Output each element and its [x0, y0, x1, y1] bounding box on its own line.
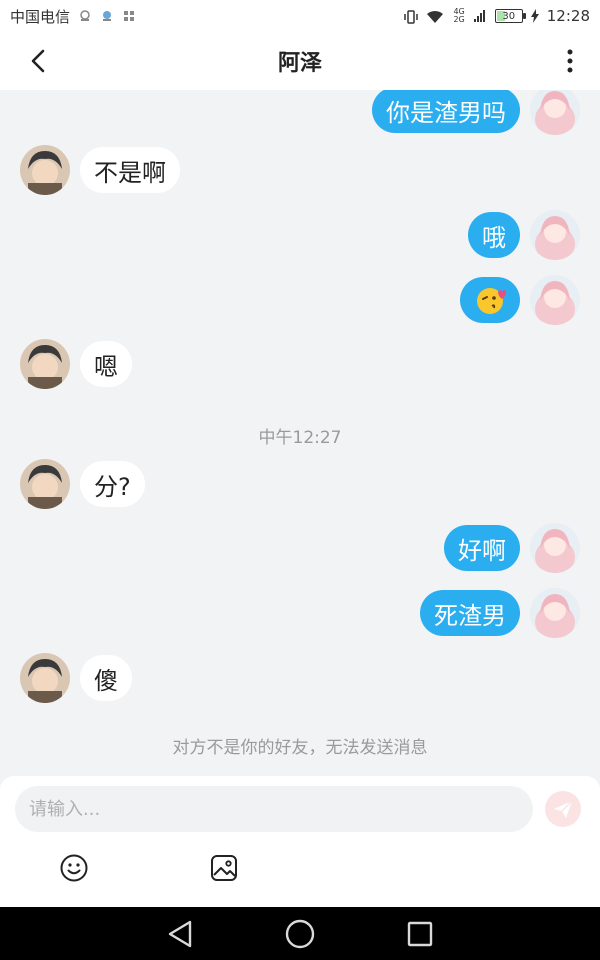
message-bubble[interactable]: 嗯	[80, 341, 132, 387]
send-icon	[554, 800, 573, 818]
message-bubble[interactable]: 死渣男	[420, 590, 520, 636]
image-icon	[211, 855, 237, 881]
avatar[interactable]	[20, 653, 70, 703]
message-bubble[interactable]: 哦	[468, 212, 520, 258]
signal-icon	[473, 9, 487, 23]
notification-icon	[78, 9, 92, 23]
message-bubble[interactable]: 你是渣男吗	[372, 90, 520, 133]
input-area	[0, 776, 600, 907]
back-button[interactable]	[22, 46, 54, 76]
message-row: 不是啊	[20, 145, 180, 195]
message-bubble[interactable]: 傻	[80, 655, 132, 701]
avatar[interactable]	[530, 90, 580, 135]
message-input[interactable]	[15, 786, 533, 832]
message-row: 嗯	[20, 339, 132, 389]
chat-area[interactable]: 你是渣男吗 不是啊 哦 嗯 中午12:27 分? 好啊 死渣男 傻 对方不是你的…	[0, 90, 600, 776]
notification-icon	[100, 9, 114, 23]
nav-back-button[interactable]	[164, 918, 196, 950]
message-row: 哦	[468, 210, 580, 260]
vibrate-icon	[403, 9, 419, 24]
image-button[interactable]	[208, 852, 240, 884]
message-row	[460, 275, 580, 325]
message-bubble[interactable]: 好啊	[444, 525, 520, 571]
square-recents-icon	[407, 921, 433, 946]
page-title: 阿泽	[277, 51, 322, 76]
chevron-left-icon	[31, 49, 45, 73]
avatar[interactable]	[530, 523, 580, 573]
battery-level: 30	[502, 10, 516, 22]
more-button[interactable]	[554, 46, 586, 76]
send-button[interactable]	[545, 791, 581, 827]
wifi-icon	[425, 9, 445, 23]
smiley-icon	[60, 854, 88, 882]
nav-home-button[interactable]	[284, 918, 316, 950]
message-row: 分?	[20, 459, 145, 509]
triangle-back-icon	[168, 920, 192, 947]
network-indicator: 4G 2G	[453, 8, 464, 24]
emoji-button[interactable]	[58, 852, 90, 884]
sticker-bubble[interactable]	[460, 277, 520, 323]
message-row: 傻	[20, 653, 132, 703]
message-bubble[interactable]: 不是啊	[80, 147, 180, 193]
nav-recents-button[interactable]	[404, 918, 436, 950]
battery-icon: 30	[494, 9, 526, 23]
avatar[interactable]	[530, 275, 580, 325]
notification-icon	[122, 9, 136, 23]
kiss-emoji-icon	[477, 288, 506, 314]
circle-home-icon	[285, 919, 315, 948]
more-vertical-icon	[567, 49, 573, 73]
avatar[interactable]	[20, 339, 70, 389]
avatar[interactable]	[20, 459, 70, 509]
message-input-container[interactable]	[15, 786, 533, 832]
status-time: 12:28	[546, 7, 590, 25]
charging-icon	[530, 9, 539, 23]
status-left: 中国电信	[10, 6, 136, 27]
status-bar: 中国电信 4G 2G 30 12:28	[0, 0, 600, 32]
avatar[interactable]	[530, 588, 580, 638]
message-row: 死渣男	[420, 588, 580, 638]
system-nav-bar	[0, 907, 600, 960]
message-bubble[interactable]: 分?	[80, 461, 145, 507]
avatar[interactable]	[530, 210, 580, 260]
carrier-label: 中国电信	[10, 7, 71, 26]
network-badge-2g: 2G	[453, 15, 465, 24]
chat-header: 阿泽	[0, 32, 600, 90]
status-right: 4G 2G 30 12:28	[403, 7, 590, 25]
system-notice: 对方不是你的好友，无法发送消息	[172, 738, 428, 758]
message-row: 你是渣男吗	[372, 90, 580, 135]
message-row: 好啊	[444, 523, 580, 573]
timestamp-divider: 中午12:27	[258, 428, 342, 448]
avatar[interactable]	[20, 145, 70, 195]
